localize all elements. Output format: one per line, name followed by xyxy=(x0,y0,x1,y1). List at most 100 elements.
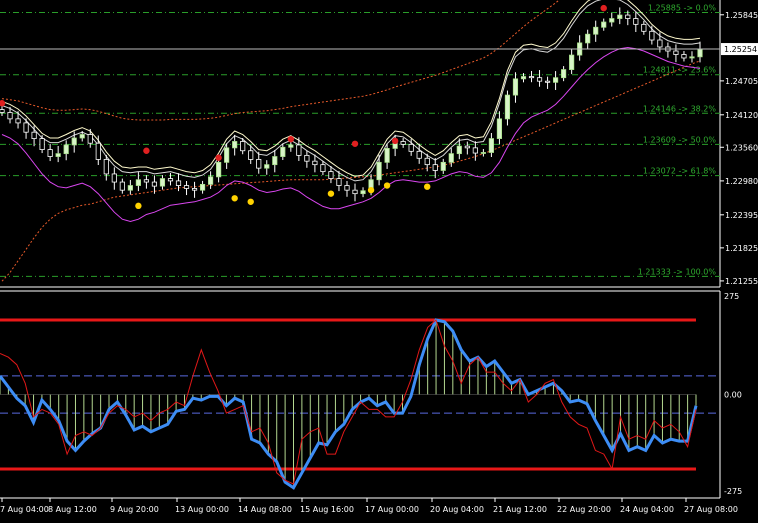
candle-bear xyxy=(167,178,174,182)
fib-level-label: 1.21333 -> 100.0% xyxy=(638,267,717,276)
osc-tick-label: 0.00 xyxy=(724,391,742,400)
candle-bear xyxy=(240,141,246,152)
candle-bear xyxy=(47,149,53,157)
candle-bull xyxy=(448,153,454,163)
candle-bear xyxy=(256,159,262,169)
candle-bear xyxy=(183,185,190,189)
signal-dot xyxy=(383,182,391,189)
candle-bull xyxy=(504,94,511,120)
candle-bull xyxy=(689,56,695,59)
candle-bull xyxy=(135,179,141,186)
candle-bear xyxy=(95,142,101,160)
candle-bull xyxy=(496,118,503,139)
candle-bull xyxy=(617,14,623,19)
price-tick-label: 1.22980 xyxy=(725,177,758,186)
candle-bear xyxy=(151,181,158,187)
candle-bear xyxy=(400,141,406,145)
time-tick-label: 21 Aug 12:00 xyxy=(493,505,547,514)
candle-bear xyxy=(320,164,326,173)
candle-bull xyxy=(440,161,446,171)
candle-bear xyxy=(336,178,342,186)
candle-bull xyxy=(63,144,69,155)
candle-bear xyxy=(633,18,639,25)
candle-bull xyxy=(79,134,85,139)
time-tick-label: 15 Aug 16:00 xyxy=(300,505,354,514)
fib-level-label: 1.23609 -> 50.0% xyxy=(643,135,717,144)
time-tick-label: 22 Aug 20:00 xyxy=(557,505,611,514)
osc-tick-label: 275 xyxy=(724,292,739,301)
signal-dot xyxy=(391,137,399,145)
candle-bear xyxy=(248,150,254,160)
signal-dot xyxy=(351,140,359,147)
time-tick-label: 8 Aug 12:00 xyxy=(48,505,97,514)
candle-bull xyxy=(288,144,294,148)
signal-dot xyxy=(327,190,335,197)
signal-dot xyxy=(287,135,295,143)
signal-dot xyxy=(135,202,142,210)
candle-bull xyxy=(697,48,703,58)
time-tick-label: 24 Aug 04:00 xyxy=(620,505,674,514)
candle-bull xyxy=(384,148,390,163)
candle-bear xyxy=(175,180,182,186)
candle-bear xyxy=(649,30,655,41)
candle-bull xyxy=(208,176,214,185)
time-tick-label: 27 Aug 08:00 xyxy=(684,505,738,514)
candle-bull xyxy=(488,138,494,153)
price-tick-label: 1.23560 xyxy=(725,143,758,152)
candle-bull xyxy=(376,161,382,181)
candle-bear xyxy=(657,39,663,48)
candle-bear xyxy=(296,144,302,156)
candle-bear xyxy=(344,185,350,191)
price-tick-label: 1.21825 xyxy=(725,244,758,253)
candle-bear xyxy=(352,189,358,195)
price-tick-label: 1.22395 xyxy=(725,211,758,220)
candle-bear xyxy=(111,173,117,183)
candle-bull xyxy=(159,178,166,187)
price-tick-label: 1.24120 xyxy=(725,111,758,120)
candle-bear xyxy=(103,159,109,175)
candle-bear xyxy=(0,109,5,113)
candle-bear xyxy=(408,143,414,152)
candle-bull xyxy=(569,54,575,70)
candle-bear xyxy=(424,157,430,166)
candle-bull xyxy=(71,137,77,146)
candle-bear xyxy=(304,154,310,162)
signal-dot xyxy=(215,154,222,161)
candle-bear xyxy=(31,131,37,139)
signal-dot xyxy=(367,186,375,194)
candle-bear xyxy=(143,179,149,183)
candle-bull xyxy=(456,145,462,155)
time-tick-label: 17 Aug 00:00 xyxy=(365,505,419,514)
candle-bear xyxy=(7,112,13,120)
time-tick-label: 14 Aug 08:00 xyxy=(238,505,292,514)
candle-bear xyxy=(528,76,535,79)
candle-bear xyxy=(15,118,21,124)
candle-bull xyxy=(520,76,527,80)
candle-bear xyxy=(681,54,687,59)
price-tick-label: 1.24705 xyxy=(725,77,758,86)
candle-bull xyxy=(601,21,607,28)
current-price-label: 1.25254 xyxy=(724,45,757,54)
candle-bear xyxy=(312,160,318,166)
candle-bull xyxy=(480,152,486,154)
candle-bull xyxy=(127,185,133,191)
candle-bear xyxy=(472,147,478,154)
fib-level-label: 1.24811 -> 23.6% xyxy=(643,66,717,75)
candle-bull xyxy=(216,161,222,178)
candle-bull xyxy=(360,190,366,195)
signal-dot xyxy=(247,198,254,205)
fib-level-label: 1.24146 -> 38.2% xyxy=(643,104,717,113)
time-tick-label: 9 Aug 20:00 xyxy=(110,505,159,514)
candle-bear xyxy=(416,150,422,159)
candle-bull xyxy=(593,26,599,35)
candle-bear xyxy=(625,14,631,19)
osc-tick-label: -275 xyxy=(724,487,742,496)
candle-bear xyxy=(641,23,647,32)
candle-bear xyxy=(673,50,679,55)
candle-bear xyxy=(464,145,470,149)
candle-bear xyxy=(536,77,543,82)
fib-level-label: 1.25885 -> 0.0% xyxy=(648,3,716,12)
fib-level-label: 1.23072 -> 61.8% xyxy=(643,167,717,176)
signal-dot xyxy=(424,183,431,190)
signal-dot xyxy=(600,4,607,12)
